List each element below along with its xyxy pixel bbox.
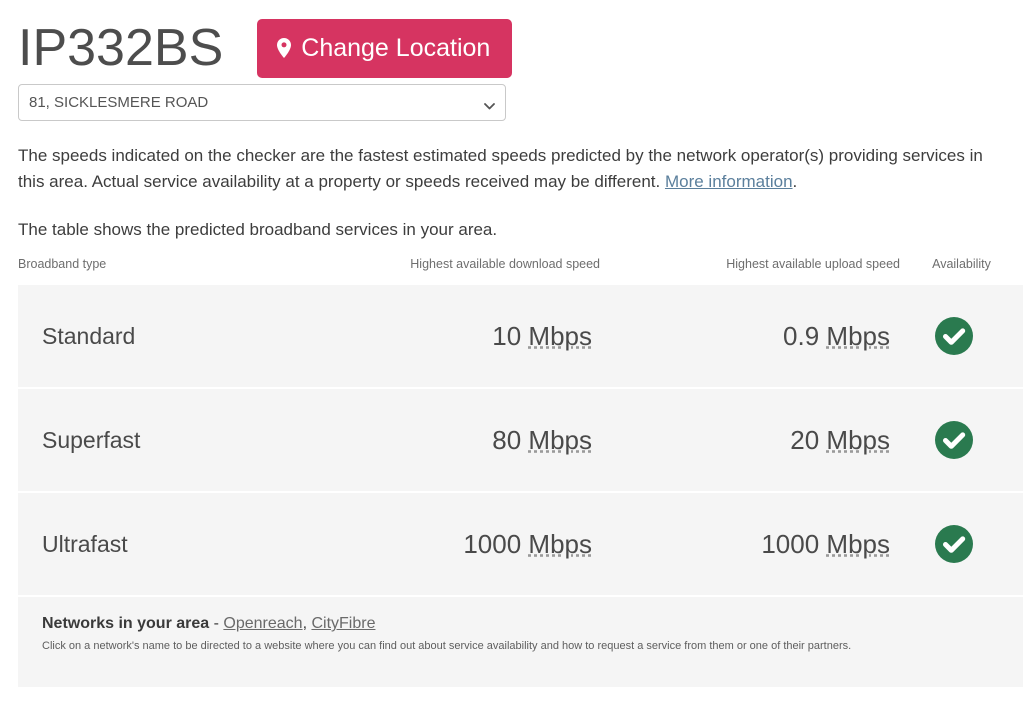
change-location-label: Change Location — [301, 33, 491, 62]
cell-availability — [900, 388, 1023, 492]
download-speed-unit[interactable]: Mbps — [528, 321, 592, 351]
green-check-circle-icon — [934, 524, 974, 564]
table-head: Broadband type Highest available downloa… — [18, 257, 1023, 285]
cell-availability — [900, 285, 1023, 388]
broadband-table-container: Broadband type Highest available downloa… — [18, 257, 1023, 687]
download-speed-unit[interactable]: Mbps — [528, 529, 592, 559]
cell-broadband-type: Superfast — [42, 426, 141, 453]
table-row: Ultrafast 1000 Mbps 1000 Mbps — [18, 492, 1023, 595]
change-location-button[interactable]: Change Location — [257, 18, 513, 78]
column-header-upload-speed: Highest available upload speed — [600, 257, 900, 285]
networks-in-your-area-panel: Networks in your area - Openreach, CityF… — [18, 595, 1023, 687]
intro-paragraph-2: The table shows the predicted broadband … — [18, 220, 498, 239]
table-row: Superfast 80 Mbps 20 Mbps — [18, 388, 1023, 492]
cell-upload-speed: 20 Mbps — [600, 388, 900, 492]
upload-speed-unit[interactable]: Mbps — [826, 425, 890, 455]
upload-speed-unit[interactable]: Mbps — [826, 321, 890, 351]
cell-broadband-type: Standard — [42, 322, 136, 349]
intro-paragraph-1-period: . — [792, 172, 798, 191]
networks-title: Networks in your area - Openreach, CityF… — [42, 615, 999, 633]
page-header: IP332BS Change Location — [0, 0, 1024, 78]
broadband-checker-page: IP332BS Change Location 81, SICKLESMERE … — [0, 0, 1024, 720]
green-check-circle-icon — [934, 316, 974, 356]
networks-title-separator: - — [209, 615, 224, 632]
cell-availability — [900, 492, 1023, 595]
cell-download-speed: 1000 Mbps — [300, 492, 600, 595]
networks-title-label: Networks in your area — [42, 615, 210, 632]
cell-download-speed: 10 Mbps — [300, 285, 600, 388]
network-link-cityfibre[interactable]: CityFibre — [311, 615, 375, 632]
upload-speed-value: 0.9 — [783, 320, 820, 351]
download-speed-value: 10 — [492, 320, 522, 351]
more-information-link[interactable]: More information — [665, 172, 793, 191]
intro-paragraph-1: The speeds indicated on the checker are … — [18, 143, 1006, 195]
table-header-row: Broadband type Highest available downloa… — [18, 257, 1023, 285]
upload-speed-value: 1000 — [761, 528, 820, 559]
download-speed-value: 80 — [492, 424, 522, 455]
column-header-download-speed: Highest available download speed — [300, 257, 600, 285]
networks-note: Click on a network's name to be directed… — [42, 640, 852, 652]
intro-paragraph-1-text: The speeds indicated on the checker are … — [18, 146, 983, 191]
upload-speed-unit[interactable]: Mbps — [826, 529, 890, 559]
page-title-postcode: IP332BS — [18, 19, 224, 77]
cell-upload-speed: 0.9 Mbps — [600, 285, 900, 388]
upload-speed-value: 20 — [790, 424, 820, 455]
table-body: Standard 10 Mbps 0.9 Mbps Superfast 80 M… — [18, 285, 1023, 595]
broadband-table: Broadband type Highest available downloa… — [18, 257, 1023, 595]
column-header-availability: Availability — [900, 257, 1023, 285]
cell-broadband-type: Ultrafast — [42, 530, 128, 557]
download-speed-unit[interactable]: Mbps — [528, 425, 592, 455]
cell-upload-speed: 1000 Mbps — [600, 492, 900, 595]
column-header-broadband-type: Broadband type — [18, 257, 300, 285]
table-row: Standard 10 Mbps 0.9 Mbps — [18, 285, 1023, 388]
address-select[interactable]: 81, SICKLESMERE ROAD — [18, 84, 506, 121]
cell-download-speed: 80 Mbps — [300, 388, 600, 492]
network-link-openreach[interactable]: Openreach — [223, 615, 302, 632]
map-pin-icon — [277, 37, 292, 58]
green-check-circle-icon — [934, 420, 974, 460]
address-select-holder: 81, SICKLESMERE ROAD — [18, 84, 506, 121]
address-select-container: 81, SICKLESMERE ROAD — [0, 78, 1024, 121]
download-speed-value: 1000 — [463, 528, 522, 559]
